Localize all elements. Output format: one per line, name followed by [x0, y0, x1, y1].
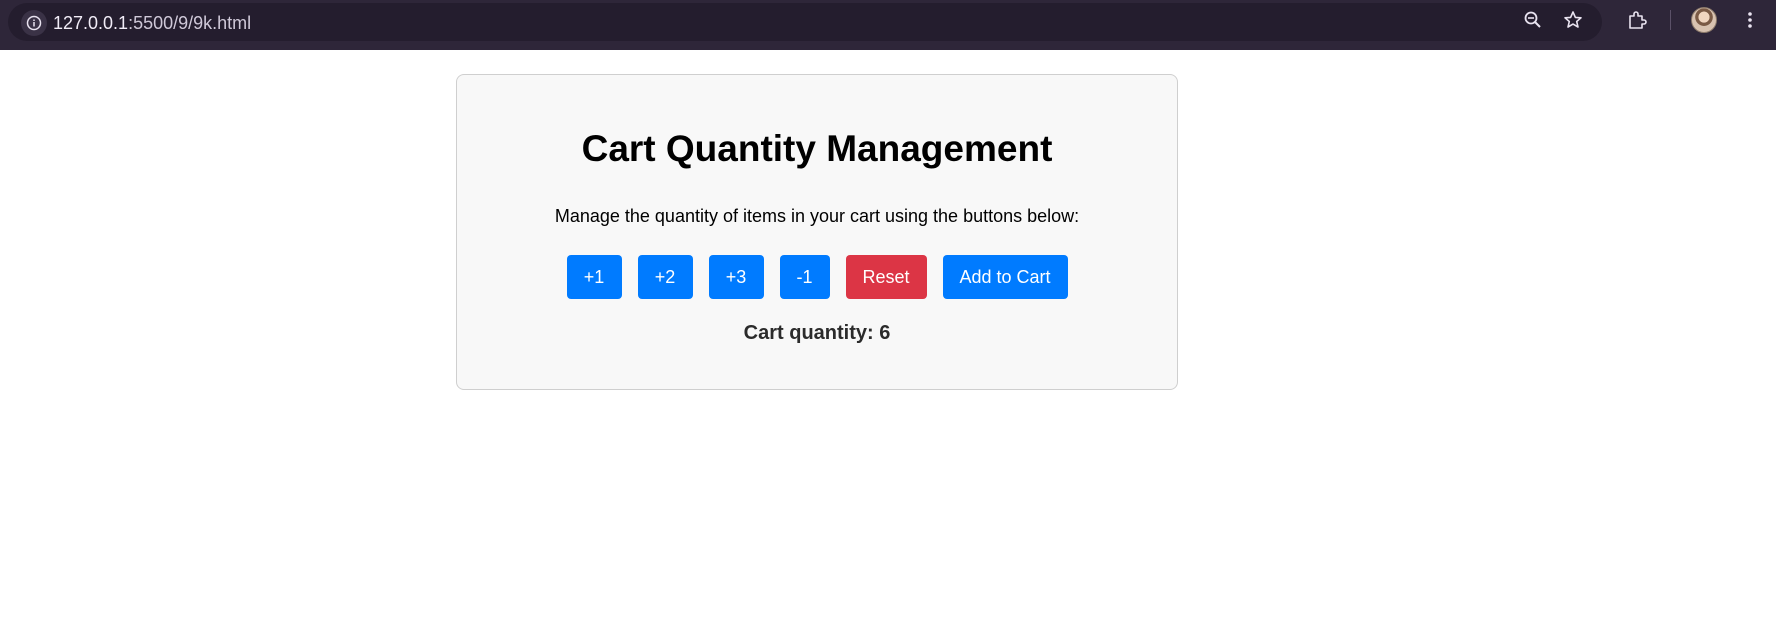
toolbar-divider	[1670, 10, 1671, 30]
browser-toolbar: 127.0.0.1:5500/9/9k.html	[0, 0, 1776, 50]
url-path: :5500/9/9k.html	[128, 13, 252, 33]
add-to-cart-button[interactable]: Add to Cart	[942, 255, 1068, 299]
puzzle-icon[interactable]	[1622, 5, 1652, 35]
info-icon[interactable]	[21, 10, 47, 36]
page-description: Manage the quantity of items in your car…	[554, 206, 1080, 226]
star-icon[interactable]	[1558, 5, 1588, 35]
cart-card: Cart Quantity Management Manage the quan…	[456, 74, 1178, 390]
kebab-menu-icon[interactable]	[1735, 5, 1765, 35]
plus-1-button[interactable]: +1	[566, 255, 622, 299]
url-text[interactable]: 127.0.0.1:5500/9/9k.html	[53, 12, 251, 34]
avatar[interactable]	[1691, 7, 1717, 33]
address-bar[interactable]: 127.0.0.1:5500/9/9k.html	[8, 3, 1602, 41]
button-row: +1 +2 +3 -1 Reset Add to Cart	[457, 255, 1177, 299]
zoom-out-icon[interactable]	[1518, 5, 1548, 35]
url-host: 127.0.0.1	[53, 13, 129, 33]
page-title: Cart Quantity Management	[581, 128, 1053, 169]
cart-quantity: Cart quantity: 6	[743, 322, 891, 344]
reset-button[interactable]: Reset	[845, 255, 927, 299]
minus-1-button[interactable]: -1	[779, 255, 830, 299]
plus-3-button[interactable]: +3	[708, 255, 764, 299]
plus-2-button[interactable]: +2	[637, 255, 693, 299]
